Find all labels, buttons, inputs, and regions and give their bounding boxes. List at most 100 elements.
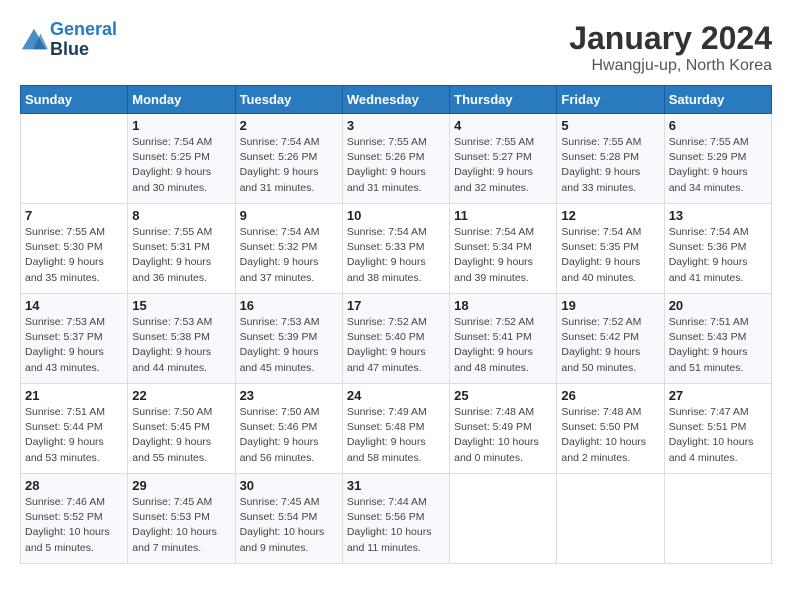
day-info: Sunrise: 7:54 AM Sunset: 5:35 PM Dayligh… <box>561 225 659 286</box>
day-number: 12 <box>561 208 659 223</box>
location-subtitle: Hwangju-up, North Korea <box>569 57 772 75</box>
logo-text-general: General <box>50 19 117 39</box>
weekday-header: Sunday <box>21 86 128 114</box>
weekday-header: Saturday <box>664 86 771 114</box>
day-number: 11 <box>454 208 552 223</box>
calendar-day-cell: 18 Sunrise: 7:52 AM Sunset: 5:41 PM Dayli… <box>450 294 557 384</box>
day-info: Sunrise: 7:55 AM Sunset: 5:28 PM Dayligh… <box>561 135 659 196</box>
day-info: Sunrise: 7:54 AM Sunset: 5:34 PM Dayligh… <box>454 225 552 286</box>
calendar-header: SundayMondayTuesdayWednesdayThursdayFrid… <box>21 86 772 114</box>
calendar-day-cell: 25 Sunrise: 7:48 AM Sunset: 5:49 PM Dayli… <box>450 384 557 474</box>
weekday-header: Monday <box>128 86 235 114</box>
day-info: Sunrise: 7:54 AM Sunset: 5:32 PM Dayligh… <box>240 225 338 286</box>
day-info: Sunrise: 7:55 AM Sunset: 5:31 PM Dayligh… <box>132 225 230 286</box>
day-number: 7 <box>25 208 123 223</box>
day-number: 4 <box>454 118 552 133</box>
calendar-day-cell: 20Sunrise: 7:51 AM Sunset: 5:43 PM Dayli… <box>664 294 771 384</box>
calendar-day-cell: 28 Sunrise: 7:46 AM Sunset: 5:52 PM Dayli… <box>21 474 128 564</box>
calendar-week-row: 7Sunrise: 7:55 AM Sunset: 5:30 PM Daylig… <box>21 204 772 294</box>
calendar-day-cell: 5 Sunrise: 7:55 AM Sunset: 5:28 PM Daylig… <box>557 114 664 204</box>
calendar-day-cell: 31 Sunrise: 7:44 AM Sunset: 5:56 PM Dayli… <box>342 474 449 564</box>
calendar-day-cell: 1 Sunrise: 7:54 AM Sunset: 5:25 PM Daylig… <box>128 114 235 204</box>
calendar-day-cell: 3Sunrise: 7:55 AM Sunset: 5:26 PM Daylig… <box>342 114 449 204</box>
calendar-table: SundayMondayTuesdayWednesdayThursdayFrid… <box>20 85 772 564</box>
day-number: 1 <box>132 118 230 133</box>
day-number: 14 <box>25 298 123 313</box>
calendar-day-cell: 4 Sunrise: 7:55 AM Sunset: 5:27 PM Daylig… <box>450 114 557 204</box>
calendar-day-cell: 16 Sunrise: 7:53 AM Sunset: 5:39 PM Dayli… <box>235 294 342 384</box>
day-info: Sunrise: 7:46 AM Sunset: 5:52 PM Dayligh… <box>25 495 123 556</box>
day-number: 8 <box>132 208 230 223</box>
day-number: 18 <box>454 298 552 313</box>
title-block: January 2024 Hwangju-up, North Korea <box>569 20 772 75</box>
day-number: 13 <box>669 208 767 223</box>
calendar-day-cell: 19 Sunrise: 7:52 AM Sunset: 5:42 PM Dayli… <box>557 294 664 384</box>
day-info: Sunrise: 7:53 AM Sunset: 5:39 PM Dayligh… <box>240 315 338 376</box>
calendar-day-cell: 2Sunrise: 7:54 AM Sunset: 5:26 PM Daylig… <box>235 114 342 204</box>
day-number: 24 <box>347 388 445 403</box>
day-info: Sunrise: 7:44 AM Sunset: 5:56 PM Dayligh… <box>347 495 445 556</box>
calendar-day-cell: 30 Sunrise: 7:45 AM Sunset: 5:54 PM Dayli… <box>235 474 342 564</box>
day-number: 17 <box>347 298 445 313</box>
calendar-day-cell: 9 Sunrise: 7:54 AM Sunset: 5:32 PM Daylig… <box>235 204 342 294</box>
day-number: 19 <box>561 298 659 313</box>
calendar-body: 1 Sunrise: 7:54 AM Sunset: 5:25 PM Daylig… <box>21 114 772 564</box>
day-number: 5 <box>561 118 659 133</box>
day-number: 26 <box>561 388 659 403</box>
day-info: Sunrise: 7:52 AM Sunset: 5:42 PM Dayligh… <box>561 315 659 376</box>
day-info: Sunrise: 7:49 AM Sunset: 5:48 PM Dayligh… <box>347 405 445 466</box>
calendar-day-cell <box>21 114 128 204</box>
day-info: Sunrise: 7:54 AM Sunset: 5:25 PM Dayligh… <box>132 135 230 196</box>
weekday-header: Thursday <box>450 86 557 114</box>
day-number: 27 <box>669 388 767 403</box>
calendar-day-cell: 21 Sunrise: 7:51 AM Sunset: 5:44 PM Dayli… <box>21 384 128 474</box>
day-number: 15 <box>132 298 230 313</box>
day-info: Sunrise: 7:52 AM Sunset: 5:40 PM Dayligh… <box>347 315 445 376</box>
day-info: Sunrise: 7:53 AM Sunset: 5:38 PM Dayligh… <box>132 315 230 376</box>
day-info: Sunrise: 7:53 AM Sunset: 5:37 PM Dayligh… <box>25 315 123 376</box>
day-number: 6 <box>669 118 767 133</box>
day-number: 10 <box>347 208 445 223</box>
calendar-day-cell: 12 Sunrise: 7:54 AM Sunset: 5:35 PM Dayli… <box>557 204 664 294</box>
calendar-week-row: 21 Sunrise: 7:51 AM Sunset: 5:44 PM Dayli… <box>21 384 772 474</box>
calendar-day-cell: 11 Sunrise: 7:54 AM Sunset: 5:34 PM Dayli… <box>450 204 557 294</box>
month-year-title: January 2024 <box>569 20 772 57</box>
calendar-day-cell: 14 Sunrise: 7:53 AM Sunset: 5:37 PM Dayli… <box>21 294 128 384</box>
day-number: 25 <box>454 388 552 403</box>
calendar-day-cell: 15 Sunrise: 7:53 AM Sunset: 5:38 PM Dayli… <box>128 294 235 384</box>
day-number: 28 <box>25 478 123 493</box>
day-info: Sunrise: 7:48 AM Sunset: 5:49 PM Dayligh… <box>454 405 552 466</box>
day-number: 9 <box>240 208 338 223</box>
calendar-day-cell: 13 Sunrise: 7:54 AM Sunset: 5:36 PM Dayli… <box>664 204 771 294</box>
calendar-week-row: 14 Sunrise: 7:53 AM Sunset: 5:37 PM Dayli… <box>21 294 772 384</box>
day-info: Sunrise: 7:54 AM Sunset: 5:26 PM Dayligh… <box>240 135 338 196</box>
day-number: 16 <box>240 298 338 313</box>
day-info: Sunrise: 7:54 AM Sunset: 5:36 PM Dayligh… <box>669 225 767 286</box>
day-info: Sunrise: 7:52 AM Sunset: 5:41 PM Dayligh… <box>454 315 552 376</box>
day-info: Sunrise: 7:54 AM Sunset: 5:33 PM Dayligh… <box>347 225 445 286</box>
day-info: Sunrise: 7:55 AM Sunset: 5:29 PM Dayligh… <box>669 135 767 196</box>
day-number: 31 <box>347 478 445 493</box>
weekday-header: Friday <box>557 86 664 114</box>
day-number: 23 <box>240 388 338 403</box>
day-info: Sunrise: 7:45 AM Sunset: 5:53 PM Dayligh… <box>132 495 230 556</box>
calendar-week-row: 1 Sunrise: 7:54 AM Sunset: 5:25 PM Daylig… <box>21 114 772 204</box>
calendar-day-cell: 8 Sunrise: 7:55 AM Sunset: 5:31 PM Daylig… <box>128 204 235 294</box>
logo-icon <box>20 26 48 54</box>
calendar-day-cell: 17 Sunrise: 7:52 AM Sunset: 5:40 PM Dayli… <box>342 294 449 384</box>
calendar-day-cell: 23Sunrise: 7:50 AM Sunset: 5:46 PM Dayli… <box>235 384 342 474</box>
calendar-day-cell: 26Sunrise: 7:48 AM Sunset: 5:50 PM Dayli… <box>557 384 664 474</box>
day-info: Sunrise: 7:55 AM Sunset: 5:26 PM Dayligh… <box>347 135 445 196</box>
day-info: Sunrise: 7:45 AM Sunset: 5:54 PM Dayligh… <box>240 495 338 556</box>
day-number: 29 <box>132 478 230 493</box>
day-number: 21 <box>25 388 123 403</box>
day-number: 30 <box>240 478 338 493</box>
day-info: Sunrise: 7:47 AM Sunset: 5:51 PM Dayligh… <box>669 405 767 466</box>
day-info: Sunrise: 7:55 AM Sunset: 5:27 PM Dayligh… <box>454 135 552 196</box>
calendar-day-cell <box>450 474 557 564</box>
calendar-week-row: 28 Sunrise: 7:46 AM Sunset: 5:52 PM Dayli… <box>21 474 772 564</box>
day-info: Sunrise: 7:51 AM Sunset: 5:44 PM Dayligh… <box>25 405 123 466</box>
logo: General Blue <box>20 20 117 60</box>
calendar-day-cell: 27 Sunrise: 7:47 AM Sunset: 5:51 PM Dayli… <box>664 384 771 474</box>
day-number: 20 <box>669 298 767 313</box>
